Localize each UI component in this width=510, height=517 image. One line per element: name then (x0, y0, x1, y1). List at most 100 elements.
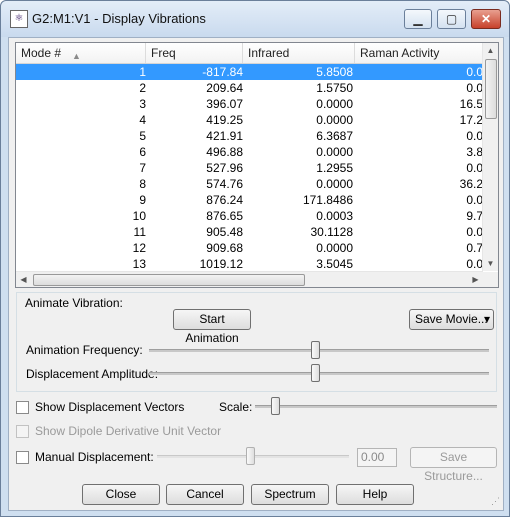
chevron-down-icon: ▾ (483, 312, 490, 326)
save-structure-button[interactable]: Save Structure... (410, 447, 497, 483)
table-row[interactable]: 2 209.64 1.5750 0.0 (16, 80, 483, 96)
infrared-cell: 0.0000 (316, 113, 353, 127)
infrared-cell: 0.0000 (316, 177, 353, 191)
raman-cell: 0.0 (466, 81, 483, 95)
table-row[interactable]: 3 396.07 0.0000 16.5 (16, 96, 483, 112)
freq-cell: 396.07 (206, 97, 243, 111)
table-row[interactable]: 13 1019.12 3.5045 0.0 (16, 256, 483, 271)
mode-cell: 10 (132, 209, 146, 223)
show-displacement-vectors-checkbox[interactable] (16, 401, 29, 414)
show-displacement-vectors-label[interactable]: Show Displacement Vectors (35, 400, 184, 414)
freq-cell: 909.68 (206, 241, 243, 255)
table-row[interactable]: 12 909.68 0.0000 0.7 (16, 240, 483, 256)
table-row[interactable]: 9 876.24 171.8486 0.0 (16, 192, 483, 208)
window-title: G2:M1:V1 - Display Vibrations (32, 11, 206, 26)
freq-cell: 421.91 (206, 129, 243, 143)
vibrations-table: Mode # ▲ Freq Infrared Raman Activity 1 -… (15, 42, 499, 288)
help-button[interactable]: Help (336, 484, 414, 505)
table-row[interactable]: 1 -817.84 5.8508 0.0 (16, 64, 483, 80)
freq-cell: 419.25 (206, 113, 243, 127)
close-button[interactable]: Close (82, 484, 160, 505)
infrared-cell: 5.8508 (316, 65, 353, 79)
freq-cell: 527.96 (206, 161, 243, 175)
minimize-button[interactable]: ▁ (404, 9, 432, 29)
close-window-button[interactable]: ✕ (471, 9, 501, 29)
display-vibrations-window: ⚛ G2:M1:V1 - Display Vibrations ▁ ▢ ✕ Mo… (0, 0, 510, 517)
horizontal-scrollbar[interactable]: ◀ ▶ (16, 271, 483, 287)
spectrum-button[interactable]: Spectrum (251, 484, 329, 505)
vertical-scroll-thumb[interactable] (485, 59, 497, 119)
freq-cell: 496.88 (206, 145, 243, 159)
maximize-button[interactable]: ▢ (437, 9, 466, 29)
freq-cell: -817.84 (202, 65, 243, 79)
raman-cell: 17.2 (459, 113, 483, 127)
vertical-scrollbar[interactable]: ▲ ▼ (482, 43, 498, 271)
raman-cell: 0.0 (466, 225, 483, 239)
animation-frequency-label: Animation Frequency: (26, 343, 143, 357)
table-row[interactable]: 4 419.25 0.0000 17.2 (16, 112, 483, 128)
raman-cell: 0.0 (466, 257, 483, 271)
cancel-button[interactable]: Cancel (166, 484, 244, 505)
mode-cell: 1 (139, 65, 146, 79)
raman-cell: 0.7 (466, 241, 483, 255)
title-bar[interactable]: ⚛ G2:M1:V1 - Display Vibrations ▁ ▢ ✕ (1, 1, 509, 37)
scale-track (255, 405, 497, 408)
infrared-cell: 0.0000 (316, 145, 353, 159)
animate-vibration-group: Animate Vibration: Start Animation Save … (16, 292, 497, 392)
table-row[interactable]: 10 876.65 0.0003 9.7 (16, 208, 483, 224)
displacement-amplitude-slider[interactable] (311, 364, 320, 382)
scrollbar-corner (483, 272, 498, 287)
table-row[interactable]: 5 421.91 6.3687 0.0 (16, 128, 483, 144)
manual-displacement-checkbox[interactable] (16, 451, 29, 464)
manual-displacement-slider[interactable] (246, 447, 255, 465)
mode-cell: 3 (139, 97, 146, 111)
scroll-right-icon[interactable]: ▶ (468, 272, 483, 287)
molecule-icon: ⚛ (10, 10, 28, 28)
save-movie-label: Save Movie... (415, 312, 488, 326)
show-dipole-vector-checkbox[interactable] (16, 425, 29, 438)
infrared-cell: 171.8486 (302, 193, 353, 207)
table-row[interactable]: 11 905.48 30.1128 0.0 (16, 224, 483, 240)
save-movie-button[interactable]: Save Movie... ▾ (409, 309, 494, 330)
infrared-cell: 0.0003 (316, 209, 353, 223)
table-row[interactable]: 7 527.96 1.2955 0.0 (16, 160, 483, 176)
mode-cell: 9 (139, 193, 146, 207)
raman-cell: 3.8 (466, 145, 483, 159)
freq-cell: 574.76 (206, 177, 243, 191)
infrared-cell: 0.0000 (316, 241, 353, 255)
start-animation-button[interactable]: Start Animation (173, 309, 251, 345)
raman-cell: 0.0 (466, 65, 483, 79)
mode-cell: 13 (132, 257, 146, 271)
scale-label: Scale: (219, 400, 253, 414)
freq-cell: 1019.12 (199, 257, 243, 271)
scroll-up-icon[interactable]: ▲ (483, 43, 498, 58)
manual-displacement-value[interactable]: 0.00 (357, 448, 397, 467)
horizontal-scroll-thumb[interactable] (33, 274, 305, 286)
animate-vibration-label: Animate Vibration: (25, 296, 123, 310)
mode-cell: 12 (132, 241, 146, 255)
freq-cell: 876.24 (206, 193, 243, 207)
table-row[interactable]: 6 496.88 0.0000 3.8 (16, 144, 483, 160)
raman-cell: 9.7 (466, 209, 483, 223)
infrared-cell: 1.2955 (316, 161, 353, 175)
column-header-infrared[interactable]: Infrared (243, 43, 355, 63)
scroll-left-icon[interactable]: ◀ (16, 272, 31, 287)
infrared-cell: 1.5750 (316, 81, 353, 95)
animation-frequency-slider[interactable] (311, 341, 320, 359)
column-header-freq[interactable]: Freq (146, 43, 243, 63)
table-row[interactable]: 8 574.76 0.0000 36.2 (16, 176, 483, 192)
mode-cell: 11 (133, 225, 146, 239)
table-body: 1 -817.84 5.8508 0.0 2 209.64 1.5750 0.0 3 396.07… (16, 64, 483, 271)
infrared-cell: 6.3687 (316, 129, 353, 143)
scroll-down-icon[interactable]: ▼ (483, 256, 498, 271)
scale-slider[interactable] (271, 397, 280, 415)
column-header-mode[interactable]: Mode # ▲ (16, 43, 146, 63)
resize-grip-icon[interactable]: ⋰ (491, 496, 500, 507)
dialog-body: Mode # ▲ Freq Infrared Raman Activity 1 -… (8, 37, 504, 511)
sort-ascending-icon: ▲ (72, 51, 81, 61)
raman-cell: 16.5 (459, 97, 483, 111)
mode-cell: 8 (139, 177, 146, 191)
manual-displacement-label[interactable]: Manual Displacement: (35, 450, 154, 464)
column-header-raman[interactable]: Raman Activity (355, 43, 483, 63)
mode-cell: 6 (139, 145, 146, 159)
